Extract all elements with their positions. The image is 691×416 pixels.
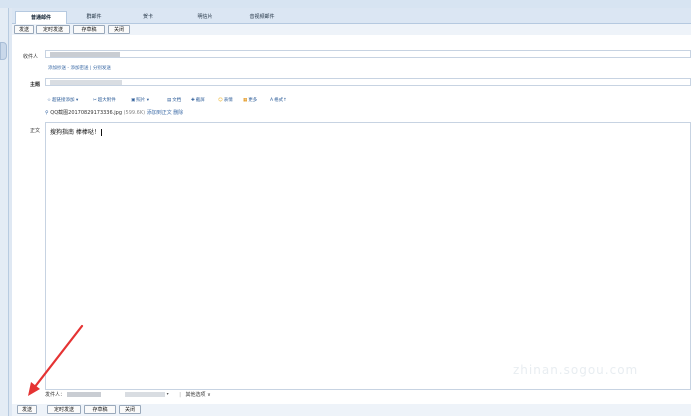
compose-tabs: 普通邮件 群邮件 贺卡 明信片 音视频邮件 [12, 8, 691, 24]
cc-bcc-links[interactable]: 添加抄送 - 添加密送 | 分别发送 [48, 65, 111, 71]
screenshot-label: 截屏 [195, 98, 205, 103]
format-toolbar: ☆超链接添加 ▾ ✂超大附件 ▣照片 ▾ ▤文档 ✚截屏 ☺表情 ▦更多 A格式… [45, 96, 691, 107]
paperclip-icon: ✂ [93, 98, 97, 103]
separator: | [179, 392, 181, 398]
large-attachment-label: 超大附件 [97, 98, 116, 103]
attachment-filename: QQ截图20170829173336.jpg [50, 110, 122, 116]
emoji-label: 表情 [223, 98, 233, 103]
to-field[interactable] [45, 50, 691, 58]
window-top-border [0, 0, 691, 8]
attachment-row: ⚲ QQ截图20170829173336.jpg (599.6K) 添加到正文 … [45, 109, 691, 119]
format-label: 格式↑ [274, 98, 287, 103]
screenshot-icon: ✚ [191, 98, 195, 103]
document-icon: ▤ [167, 98, 172, 103]
attachment-clip-icon: ⚲ [45, 110, 49, 116]
body-text-line: 搜狗指南 棒棒哒！ [50, 127, 102, 136]
link-tool[interactable]: ☆超链接添加 ▾ [47, 97, 78, 103]
emoji-icon: ☺ [218, 98, 223, 103]
attachment-size: (599.6K) [123, 110, 146, 116]
subject-text [50, 80, 122, 85]
document-label: 文档 [172, 98, 182, 103]
large-attachment-tool[interactable]: ✂超大附件 [93, 97, 116, 103]
other-options-link[interactable]: 其他选项 ∨ [185, 392, 210, 398]
add-to-body-link[interactable]: 添加到正文 [147, 110, 172, 116]
bottom-toolbar: 发送 定时发送 存草稿 关闭 [12, 404, 691, 416]
collapse-handle[interactable] [0, 42, 7, 60]
tab-video-mail[interactable]: 音视频邮件 [236, 11, 288, 23]
photo-tool[interactable]: ▣照片 ▾ [131, 97, 149, 103]
close-button-bottom[interactable]: 关闭 [119, 405, 141, 414]
link-icon: ☆ [47, 98, 52, 103]
link-tool-label: 超链接添加 ▾ [52, 98, 79, 103]
send-button[interactable]: 发送 [14, 25, 34, 34]
photo-icon: ▣ [131, 98, 136, 103]
screenshot-tool[interactable]: ✚截屏 [191, 97, 205, 103]
format-icon: A [270, 98, 274, 103]
document-tool[interactable]: ▤文档 [167, 97, 181, 103]
text-caret [100, 129, 102, 136]
delete-attachment-link[interactable]: 删除 [173, 110, 183, 116]
photo-label: 照片 ▾ [136, 98, 149, 103]
scheduled-send-button-bottom[interactable]: 定时发送 [47, 405, 81, 414]
top-toolbar: 发送 定时发送 存草稿 关闭 [12, 24, 691, 35]
more-tool[interactable]: ▦更多 [243, 97, 257, 103]
sender-address [124, 392, 165, 397]
body-text: 搜狗指南 棒棒哒！ [50, 129, 100, 136]
compose-panel: 普通邮件 群邮件 贺卡 明信片 音视频邮件 发送 定时发送 存草稿 关闭 收件人… [12, 8, 691, 416]
more-label: 更多 [248, 98, 258, 103]
save-draft-button[interactable]: 存草稿 [73, 25, 105, 34]
chevron-down-icon: ▾ [166, 391, 169, 396]
send-button-bottom[interactable]: 发送 [17, 405, 37, 414]
subject-field[interactable] [45, 78, 691, 86]
sender-name [66, 392, 101, 397]
recipient-chip [50, 52, 120, 57]
sender-select[interactable]: ▾ [66, 391, 175, 397]
tab-postcard[interactable]: 明信片 [180, 11, 230, 23]
tab-greeting-card[interactable]: 贺卡 [126, 11, 170, 23]
scheduled-send-button[interactable]: 定时发送 [36, 25, 70, 34]
sender-row: 发件人： ▾ | 其他选项 ∨ [45, 391, 211, 401]
subject-label: 主题 [30, 82, 41, 88]
left-collapse-strip [0, 8, 9, 416]
body-label: 正文 [30, 128, 41, 134]
emoji-tool[interactable]: ☺表情 [218, 97, 233, 103]
body-editor[interactable]: 搜狗指南 棒棒哒！ [45, 122, 691, 390]
tab-normal-mail[interactable]: 普通邮件 [15, 11, 67, 24]
close-button[interactable]: 关闭 [108, 25, 130, 34]
to-label: 收件人 [23, 54, 39, 60]
save-draft-button-bottom[interactable]: 存草稿 [84, 405, 116, 414]
format-tool[interactable]: A格式↑ [270, 97, 287, 103]
tab-group-mail[interactable]: 群邮件 [72, 11, 116, 23]
more-icon: ▦ [243, 98, 248, 103]
sender-label: 发件人： [45, 392, 66, 398]
